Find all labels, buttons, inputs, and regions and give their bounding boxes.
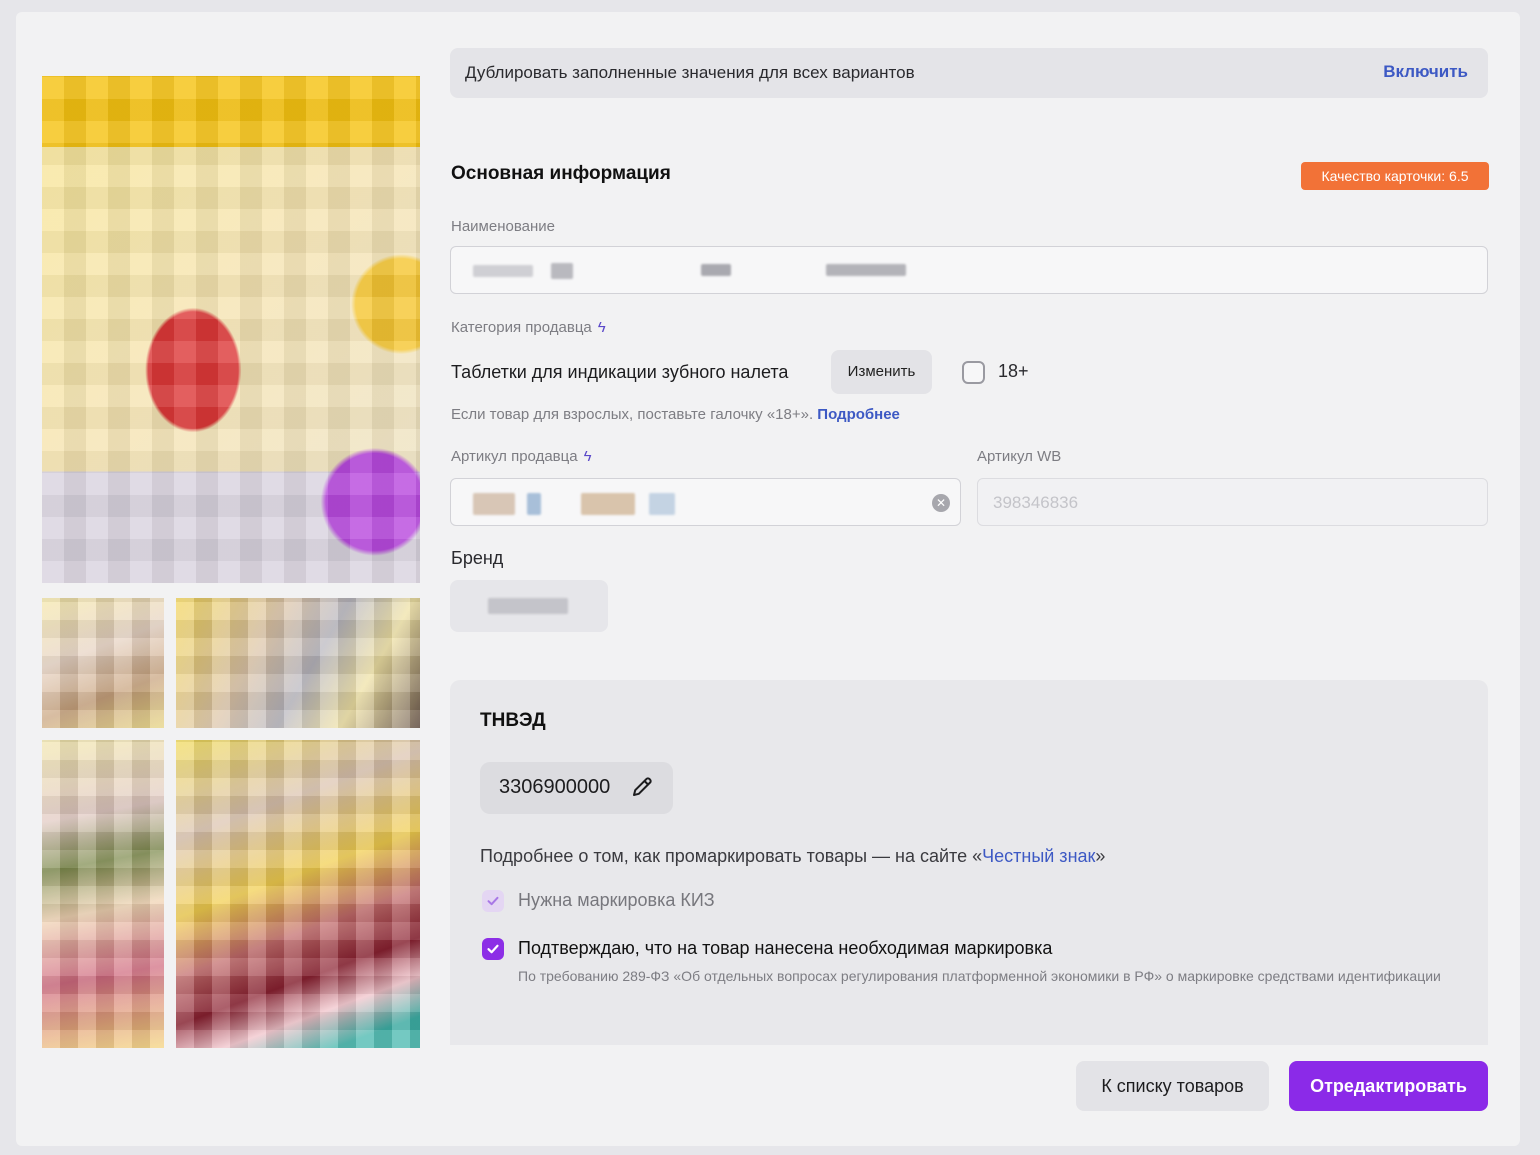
change-category-button[interactable]: Изменить (831, 350, 932, 394)
check-icon (487, 944, 499, 954)
brand-chip[interactable] (450, 580, 608, 632)
adult-hint: Если товар для взрослых, поставьте галоч… (451, 406, 900, 423)
marking-info: Подробнее о том, как промаркировать това… (480, 846, 1105, 867)
brand-label: Бренд (451, 548, 504, 568)
back-to-list-button[interactable]: К списку товаров (1076, 1061, 1269, 1111)
product-thumbnail[interactable] (42, 598, 164, 728)
duplicate-values-text: Дублировать заполненные значения для все… (465, 63, 915, 82)
confirm-marking-label: Подтверждаю, что на товар нанесена необх… (518, 938, 1053, 958)
wb-sku-label: Артикул WB (977, 448, 1062, 465)
tnved-section: ТНВЭД 3306900000 Подробнее о том, как пр… (450, 680, 1488, 1045)
wb-sku-input: 398346836 (977, 478, 1488, 526)
adult-hint-text: Если товар для взрослых, поставьте галоч… (451, 406, 814, 423)
name-label: Наименование (451, 218, 555, 235)
category-value: Таблетки для индикации зубного налета (451, 362, 789, 382)
redacted-text (551, 263, 573, 279)
quality-badge: Качество карточки: 6.5 (1301, 162, 1489, 190)
pencil-icon[interactable] (630, 775, 654, 799)
redacted-text (473, 265, 533, 277)
clear-icon[interactable]: ✕ (932, 494, 950, 512)
redacted-text (581, 493, 635, 515)
bolt-icon: ϟ (597, 319, 606, 336)
product-thumbnail[interactable] (42, 740, 164, 1048)
check-icon (487, 896, 499, 906)
kiz-label: Нужна маркировка КИЗ (518, 890, 715, 910)
redacted-text (701, 264, 731, 276)
tnved-code-chip[interactable]: 3306900000 (480, 762, 673, 814)
redacted-text (649, 493, 675, 515)
chestny-znak-link[interactable]: Честный знак (982, 846, 1095, 866)
redacted-text (488, 598, 568, 614)
product-main-photo[interactable] (42, 76, 420, 583)
kiz-checkbox (482, 890, 504, 912)
adult-label: 18+ (998, 361, 1029, 381)
enable-duplicate-link[interactable]: Включить (1383, 62, 1468, 82)
duplicate-values-bar: Дублировать заполненные значения для все… (450, 48, 1488, 98)
product-thumbnail[interactable] (176, 598, 420, 728)
edit-button[interactable]: Отредактировать (1289, 1061, 1488, 1111)
adult-hint-link[interactable]: Подробнее (817, 406, 900, 423)
redacted-text (473, 493, 515, 515)
wb-sku-value: 398346836 (993, 493, 1079, 512)
seller-sku-input[interactable]: ✕ (450, 478, 961, 526)
confirm-marking-checkbox[interactable] (482, 938, 504, 960)
marking-info-prefix: Подробнее о том, как промаркировать това… (480, 846, 983, 866)
marking-info-suffix: » (1095, 846, 1106, 866)
tnved-code: 3306900000 (499, 776, 611, 798)
category-label-text: Категория продавца (451, 319, 592, 336)
category-label: Категория продавца ϟ (451, 319, 606, 336)
bolt-icon: ϟ (583, 448, 592, 465)
adult-checkbox[interactable] (962, 361, 985, 384)
redacted-text (826, 264, 906, 276)
name-input[interactable] (450, 246, 1488, 294)
tnved-title: ТНВЭД (480, 710, 546, 731)
redacted-text (527, 493, 541, 515)
seller-sku-label-text: Артикул продавца (451, 448, 578, 465)
section-title: Основная информация (451, 163, 671, 184)
seller-sku-label: Артикул продавца ϟ (451, 448, 592, 465)
product-thumbnail[interactable] (176, 740, 420, 1048)
confirm-marking-note: По требованию 289-ФЗ «Об отдельных вопро… (518, 968, 1441, 984)
